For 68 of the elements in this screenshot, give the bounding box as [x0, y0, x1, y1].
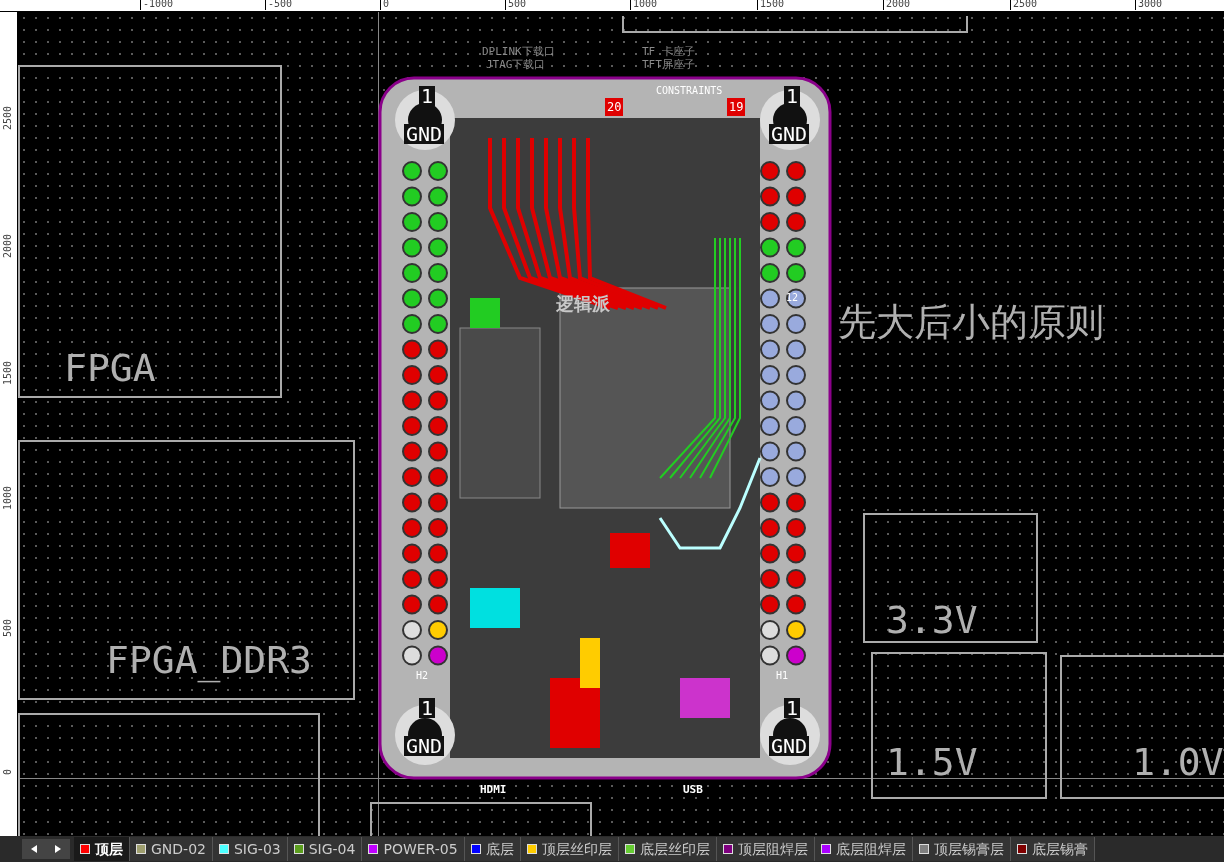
- silkscreen-text: CONSTRAINTS: [656, 84, 723, 98]
- ruler-label: 1500: [1, 360, 14, 385]
- layer-tab[interactable]: POWER-05: [362, 837, 465, 861]
- canvas-label: 1.0V: [1132, 740, 1224, 784]
- pad-label: 1: [419, 86, 436, 106]
- net-tag: 19: [727, 98, 746, 116]
- ruler-label: -1000: [140, 0, 174, 10]
- layer-name: 底层丝印层: [639, 839, 710, 859]
- layer-tab[interactable]: 顶层丝印层: [520, 837, 619, 861]
- pad-label: GND: [769, 124, 810, 144]
- ruler-label: 2000: [883, 0, 911, 10]
- layer-tab[interactable]: GND-02: [130, 837, 213, 861]
- ruler-label: 2000: [1, 233, 14, 258]
- layer-name: 底层阻焊层: [835, 839, 906, 859]
- layer-name: 顶层丝印层: [541, 839, 612, 859]
- layer-name: POWER-05: [383, 839, 458, 859]
- pad-label: GND: [404, 736, 445, 756]
- layer-tab[interactable]: SIG-04: [287, 837, 363, 861]
- layer-name: 底层锡膏: [1031, 839, 1088, 859]
- layer-name: GND-02: [151, 839, 206, 859]
- canvas-label: 1.5V: [886, 740, 978, 784]
- canvas-label: FPGA_DDR3: [106, 638, 312, 682]
- net-tag: 20: [605, 98, 624, 116]
- layer-name: SIG-04: [308, 839, 356, 859]
- ruler-label: 0: [1, 768, 14, 775]
- pad-label: GND: [769, 736, 810, 756]
- ruler-label: 500: [1, 618, 14, 637]
- silkscreen-text: TF 卡座子: [642, 44, 695, 59]
- layer-tab[interactable]: 底层丝印层: [618, 837, 717, 861]
- layer-tab[interactable]: 顶层: [74, 837, 130, 861]
- layer-tab[interactable]: 顶层锡膏层: [912, 837, 1011, 861]
- silkscreen-text: TFT屏座子: [642, 57, 695, 73]
- ruler-label: 1000: [1, 485, 14, 510]
- layer-tab[interactable]: 底层: [464, 837, 521, 861]
- silkscreen-text: H2: [416, 669, 429, 683]
- layer-name: 顶层阻焊层: [737, 839, 808, 859]
- scroll-right-button[interactable]: [46, 839, 70, 859]
- layer-name: 顶层: [95, 839, 123, 859]
- ruler-label: 1500: [757, 0, 785, 10]
- pad-label: 1: [419, 698, 436, 718]
- pad-label: GND: [404, 124, 445, 144]
- ruler-label: -500: [265, 0, 293, 10]
- ruler-label: 1000: [630, 0, 658, 10]
- layer-tab[interactable]: 顶层阻焊层: [716, 837, 815, 861]
- canvas-label: 先大后小的原则: [838, 300, 1104, 344]
- silkscreen-text: USB: [683, 782, 703, 798]
- layer-name: 底层: [485, 839, 514, 859]
- silkscreen-text: HDMI: [480, 782, 507, 798]
- ruler-label: 2500: [1, 105, 14, 130]
- layer-name: 顶层锡膏层: [933, 839, 1004, 859]
- layer-tab[interactable]: 底层阻焊层: [814, 837, 913, 861]
- silkscreen-text: JTAG下载口: [486, 57, 546, 73]
- ruler-label: 0: [380, 0, 390, 10]
- canvas-label: 3.3V: [886, 598, 978, 642]
- silkscreen-text: DPLINK下载口: [482, 44, 555, 59]
- pad-label: 1: [784, 86, 801, 106]
- ruler-label: 2500: [1010, 0, 1038, 10]
- silkscreen-text: H1: [776, 669, 789, 683]
- pad-label: 1: [784, 698, 801, 718]
- ruler-label: 500: [505, 0, 527, 10]
- layer-tab[interactable]: 底层锡膏: [1010, 837, 1095, 861]
- scroll-left-button[interactable]: [22, 839, 46, 859]
- ruler-label: 3000: [1135, 0, 1163, 10]
- left-arrow-icon: [31, 845, 37, 853]
- layer-name: SIG-03: [233, 839, 281, 859]
- right-arrow-icon: [55, 845, 61, 853]
- canvas-label: FPGA: [64, 346, 156, 390]
- layer-tab[interactable]: SIG-03: [212, 837, 288, 861]
